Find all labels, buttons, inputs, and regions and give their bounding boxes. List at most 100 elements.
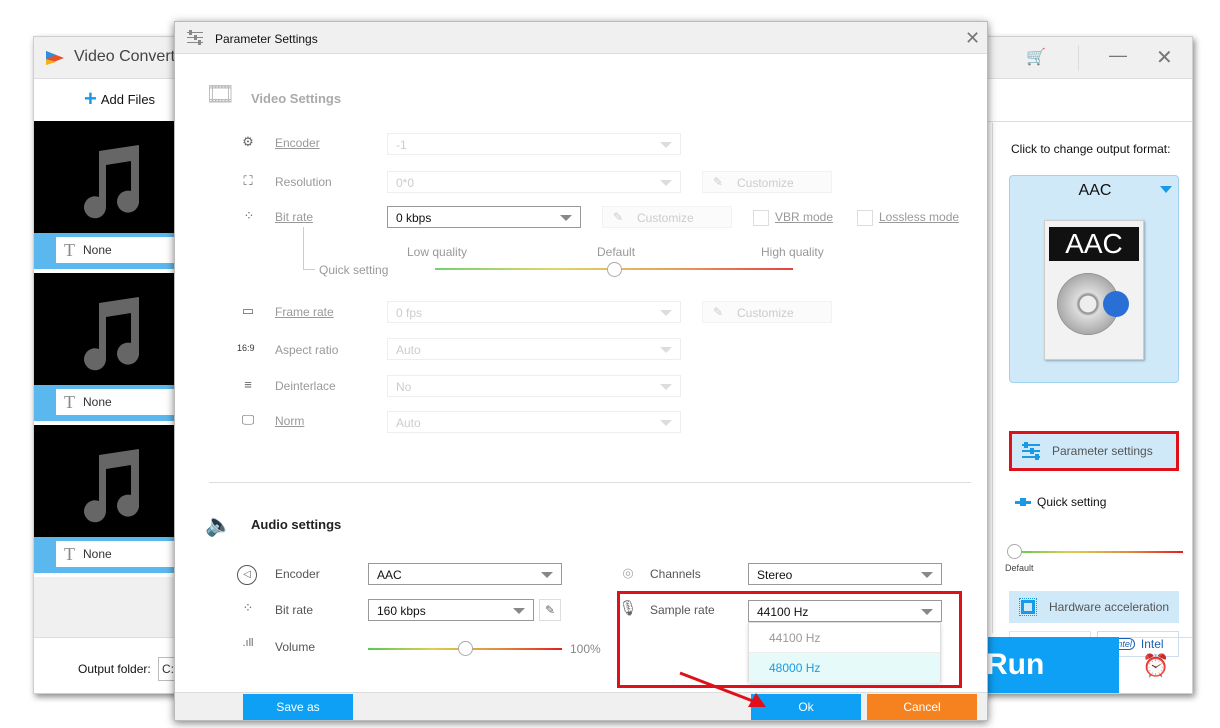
- file-thumbnail[interactable]: [34, 273, 174, 385]
- frame-rate-select[interactable]: 0 fps: [387, 301, 681, 323]
- cart-icon[interactable]: 🛒: [1026, 47, 1046, 67]
- slider-knob[interactable]: [1007, 544, 1022, 559]
- dropdown-arrow-icon[interactable]: [1160, 186, 1172, 193]
- volume-label: Volume: [275, 640, 316, 654]
- lossless-label: Lossless mode: [879, 210, 960, 225]
- annotation-arrow: [679, 671, 766, 707]
- parameter-settings-button[interactable]: Parameter settings: [1009, 431, 1179, 471]
- norm-label[interactable]: Norm: [275, 414, 304, 428]
- dialog-title-bar: Parameter Settings ✕: [175, 22, 987, 54]
- tree-line: [303, 227, 304, 269]
- norm-select[interactable]: Auto: [387, 411, 681, 433]
- file-list-empty-area: [34, 577, 174, 637]
- chevron-down-icon: [660, 420, 672, 426]
- volume-value: 100%: [570, 642, 601, 656]
- parameter-settings-label: Parameter settings: [1052, 444, 1153, 458]
- add-files-button[interactable]: + Add Files: [84, 86, 155, 111]
- close-button[interactable]: ✕: [1156, 45, 1173, 70]
- bitrate-edit-button[interactable]: ✎: [539, 599, 561, 621]
- volume-knob[interactable]: [458, 641, 473, 656]
- chevron-down-icon: [660, 142, 672, 148]
- audio-encoder-select[interactable]: AAC: [368, 563, 562, 585]
- volume-icon: .ıll: [242, 637, 254, 649]
- select-value: Auto: [396, 416, 421, 430]
- select-value: 160 kbps: [377, 604, 426, 618]
- video-bitrate-select[interactable]: 0 kbps: [387, 206, 581, 228]
- file-item-bar: T None: [34, 537, 174, 573]
- subtitle-selector[interactable]: T None: [56, 389, 174, 415]
- output-format-card[interactable]: AAC AAC: [1009, 175, 1179, 383]
- resolution-icon: ⛶: [243, 173, 253, 188]
- output-folder-label: Output folder:: [78, 662, 151, 676]
- audio-encoder-label: Encoder: [275, 567, 320, 581]
- file-thumbnail[interactable]: [34, 425, 174, 537]
- chevron-down-icon: [660, 310, 672, 316]
- chevron-down-icon: [513, 608, 525, 614]
- speaker-icon: ◁: [237, 565, 257, 585]
- resolution-label: Resolution: [275, 175, 332, 189]
- app-logo-icon: [46, 51, 64, 65]
- music-note-icon: [84, 297, 140, 371]
- video-bitrate-label[interactable]: Bit rate: [275, 210, 313, 224]
- audio-settings-icon: 🔈: [205, 512, 233, 537]
- select-value: -1: [396, 138, 407, 152]
- text-icon: T: [64, 391, 75, 412]
- app-title: Video Convert: [74, 48, 176, 65]
- vbr-label: VBR mode: [775, 210, 834, 225]
- music-note-icon: [84, 449, 140, 523]
- monitor-icon: 🖵: [241, 412, 255, 427]
- frame-rate-label[interactable]: Frame rate: [275, 305, 334, 319]
- quick-setting-label: Quick setting: [1015, 495, 1106, 509]
- dialog-footer: Save as Ok Cancel: [175, 692, 987, 720]
- pencil-icon: ✎: [544, 603, 556, 617]
- lossless-mode-checkbox[interactable]: Lossless mode: [857, 210, 959, 226]
- vbr-mode-checkbox[interactable]: VBR mode: [753, 210, 833, 226]
- file-thumbnail[interactable]: [34, 121, 174, 233]
- customize-label: Customize: [737, 306, 794, 320]
- cancel-button[interactable]: Cancel: [867, 694, 977, 720]
- run-button[interactable]: Run: [974, 637, 1119, 693]
- resolution-customize-button[interactable]: ✎ Customize: [702, 171, 832, 193]
- checkbox[interactable]: [753, 210, 769, 226]
- chevron-down-icon: [541, 572, 553, 578]
- file-item-bar: T None: [34, 385, 174, 421]
- bitrate-customize-button[interactable]: ✎ Customize: [602, 206, 732, 228]
- hardware-acceleration-button[interactable]: Hardware acceleration: [1009, 591, 1179, 623]
- aspect-ratio-icon: 16:9: [237, 343, 255, 353]
- deinterlace-select[interactable]: No: [387, 375, 681, 397]
- quick-setting-text: Quick setting: [1037, 495, 1107, 509]
- subtitle-selector[interactable]: T None: [56, 237, 174, 263]
- plus-icon: +: [84, 86, 97, 111]
- alarm-clock-icon[interactable]: ⏰: [1142, 653, 1169, 679]
- section-divider: [209, 482, 971, 483]
- video-settings-icon: 🎞: [205, 81, 236, 108]
- audio-bitrate-icon: ⁘: [242, 600, 254, 615]
- frame-rate-customize-button[interactable]: ✎ Customize: [702, 301, 832, 323]
- aspect-ratio-select[interactable]: Auto: [387, 338, 681, 360]
- dialog-close-button[interactable]: ✕: [965, 28, 980, 49]
- save-as-button[interactable]: Save as: [243, 694, 353, 720]
- text-icon: T: [64, 239, 75, 260]
- channels-icon: ◎: [622, 565, 634, 580]
- right-panel: Click to change output format: AAC AAC P…: [992, 123, 1192, 657]
- video-encoder-select[interactable]: -1: [387, 133, 681, 155]
- text-icon: T: [64, 543, 75, 564]
- parameter-settings-dialog: Parameter Settings ✕ 🎞 Video Settings ⚙ …: [174, 21, 988, 721]
- deinterlace-icon: ≡: [244, 377, 252, 392]
- quick-setting-slider[interactable]: [1013, 551, 1183, 553]
- audio-settings-heading: Audio settings: [251, 517, 342, 532]
- subtitle-value: None: [83, 395, 112, 409]
- audio-bitrate-select[interactable]: 160 kbps: [368, 599, 534, 621]
- chevron-down-icon: [921, 572, 933, 578]
- video-quality-knob[interactable]: [607, 262, 622, 277]
- minimize-button[interactable]: —: [1109, 45, 1127, 66]
- checkbox[interactable]: [857, 210, 873, 226]
- video-encoder-label[interactable]: Encoder: [275, 136, 320, 150]
- channels-select[interactable]: Stereo: [748, 563, 942, 585]
- customize-label: Customize: [637, 211, 694, 225]
- chip-icon: [1019, 598, 1037, 616]
- subtitle-selector[interactable]: T None: [56, 541, 174, 567]
- encoder-icon: ⚙: [242, 134, 254, 149]
- resolution-select[interactable]: 0*0: [387, 171, 681, 193]
- channels-label: Channels: [650, 567, 701, 581]
